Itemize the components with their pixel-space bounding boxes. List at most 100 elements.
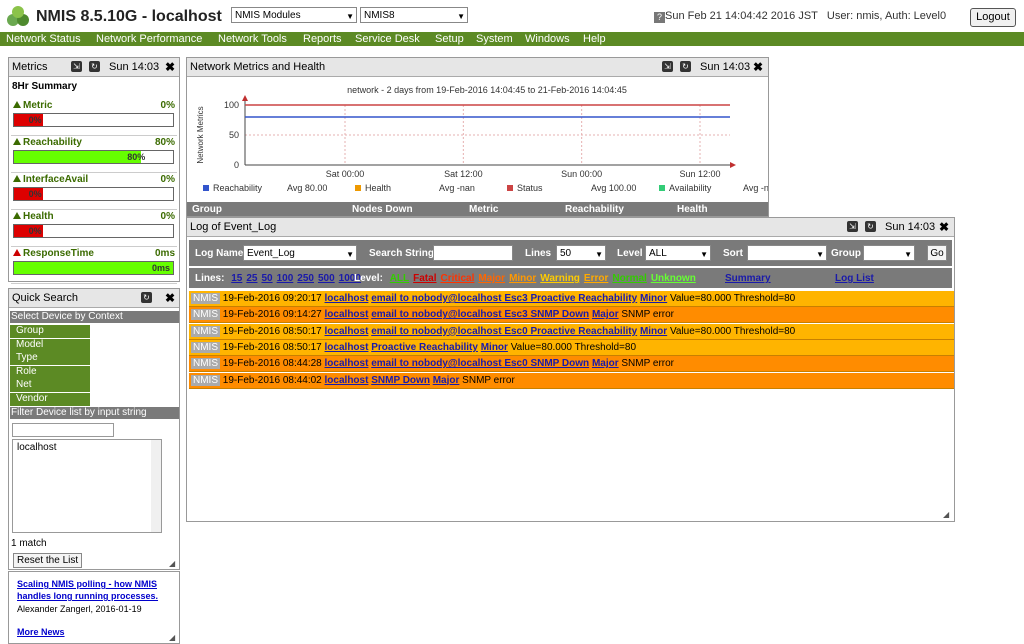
- lines-link-25[interactable]: 25: [246, 273, 257, 284]
- event-row[interactable]: NMIS 19-Feb-2016 08:44:02 localhost SNMP…: [189, 372, 954, 389]
- popout-icon[interactable]: ⇲: [71, 61, 82, 72]
- metric-bar-text: 0ms: [151, 263, 170, 273]
- scrollbar[interactable]: [151, 440, 161, 532]
- sort-select[interactable]: ▼: [747, 245, 827, 261]
- event-name-link[interactable]: email to nobody@localhost Esc3 SNMP Down: [371, 309, 589, 320]
- level-link-unknown[interactable]: Unknown: [651, 273, 696, 284]
- popout-icon[interactable]: ⇲: [662, 61, 673, 72]
- close-icon[interactable]: ✖: [165, 60, 175, 74]
- context-type[interactable]: Type: [10, 352, 90, 365]
- menu-service-desk[interactable]: Service Desk: [355, 33, 420, 45]
- go-button[interactable]: Go: [927, 245, 947, 261]
- news-headline-link[interactable]: Scaling NMIS polling - how NMIS handles …: [17, 578, 167, 602]
- event-name-link[interactable]: Proactive Reachability: [371, 342, 478, 353]
- menu-setup[interactable]: Setup: [435, 33, 464, 45]
- level-link-minor[interactable]: Minor: [509, 273, 536, 284]
- event-level-link[interactable]: Minor: [640, 326, 667, 337]
- lines-link-50[interactable]: 50: [261, 273, 272, 284]
- close-icon[interactable]: ✖: [939, 220, 949, 234]
- log-list-link[interactable]: Log List: [835, 273, 874, 284]
- menu-network-performance[interactable]: Network Performance: [96, 33, 202, 45]
- popout-icon[interactable]: ⇲: [847, 221, 858, 232]
- modules-select[interactable]: NMIS Modules ▼: [231, 7, 357, 23]
- col-reachability[interactable]: Reachability: [565, 204, 624, 215]
- level-link-normal[interactable]: Normal: [612, 273, 646, 284]
- close-icon[interactable]: ✖: [753, 60, 763, 74]
- level-link-error[interactable]: Error: [584, 273, 608, 284]
- metric-row-responsetime[interactable]: ResponseTime 0ms 0ms: [11, 246, 177, 284]
- col-nodes-down[interactable]: Nodes Down: [352, 204, 413, 215]
- metric-row-health[interactable]: Health 0% 0%: [11, 209, 177, 247]
- event-name-link[interactable]: email to nobody@localhost Esc3 Proactive…: [371, 293, 637, 304]
- device-item[interactable]: localhost: [17, 442, 157, 453]
- metric-row-reachability[interactable]: Reachability 80% 80%: [11, 135, 177, 173]
- menu-network-tools[interactable]: Network Tools: [218, 33, 287, 45]
- event-node-link[interactable]: localhost: [325, 293, 369, 304]
- event-level-link[interactable]: Minor: [640, 293, 667, 304]
- context-vendor[interactable]: Vendor: [10, 392, 90, 406]
- event-name-link[interactable]: email to nobody@localhost Esc0 SNMP Down: [371, 358, 589, 369]
- col-health[interactable]: Health: [677, 204, 708, 215]
- event-level-link[interactable]: Major: [592, 358, 619, 369]
- context-model[interactable]: Model: [10, 338, 90, 352]
- event-node-link[interactable]: localhost: [325, 358, 369, 369]
- level-link-all[interactable]: ALL: [390, 273, 409, 284]
- event-row[interactable]: NMIS 19-Feb-2016 09:14:27 localhost emai…: [189, 307, 954, 324]
- reset-list-button[interactable]: Reset the List: [13, 553, 83, 568]
- event-node-link[interactable]: localhost: [325, 375, 369, 386]
- menu-windows[interactable]: Windows: [525, 33, 570, 45]
- event-name-link[interactable]: SNMP Down: [371, 375, 430, 386]
- menu-reports[interactable]: Reports: [303, 33, 342, 45]
- lines-select[interactable]: 50 ▼: [556, 245, 606, 261]
- lines-link-100[interactable]: 100: [277, 273, 294, 284]
- context-group[interactable]: Group: [10, 325, 90, 338]
- device-list[interactable]: localhost: [12, 439, 162, 533]
- menu-network-status[interactable]: Network Status: [6, 33, 81, 45]
- close-icon[interactable]: ✖: [165, 291, 175, 305]
- resize-handle-icon[interactable]: ◢: [169, 559, 177, 568]
- event-node-link[interactable]: localhost: [325, 309, 369, 320]
- more-news-link[interactable]: More News: [17, 627, 65, 637]
- logout-button[interactable]: Logout: [970, 8, 1016, 27]
- level-link-warning[interactable]: Warning: [540, 273, 580, 284]
- level-link-critical[interactable]: Critical: [440, 273, 474, 284]
- event-row[interactable]: NMIS 19-Feb-2016 09:20:17 localhost emai…: [189, 291, 954, 307]
- search-string-input[interactable]: [433, 245, 513, 261]
- log-name-select[interactable]: Event_Log ▼: [243, 245, 357, 261]
- event-row[interactable]: NMIS 19-Feb-2016 08:50:17 localhost Proa…: [189, 339, 954, 356]
- resize-handle-icon[interactable]: ◢: [943, 510, 951, 519]
- group-select[interactable]: ▼: [863, 245, 915, 261]
- col-metric[interactable]: Metric: [469, 204, 498, 215]
- menu-help[interactable]: Help: [583, 33, 606, 45]
- filter-input[interactable]: [12, 423, 114, 437]
- refresh-icon[interactable]: ↻: [680, 61, 691, 72]
- refresh-icon[interactable]: ↻: [865, 221, 876, 232]
- refresh-icon[interactable]: ↻: [141, 292, 152, 303]
- metric-row-metric[interactable]: Metric 0% 0%: [11, 98, 177, 136]
- event-name-link[interactable]: email to nobody@localhost Esc0 Proactive…: [371, 326, 637, 337]
- refresh-icon[interactable]: ↻: [89, 61, 100, 72]
- event-row[interactable]: NMIS 19-Feb-2016 08:50:17 localhost emai…: [189, 323, 954, 340]
- lines-link-500[interactable]: 500: [318, 273, 335, 284]
- event-row[interactable]: NMIS 19-Feb-2016 08:44:28 localhost emai…: [189, 356, 954, 373]
- event-node-link[interactable]: localhost: [325, 342, 369, 353]
- event-level-link[interactable]: Minor: [481, 342, 508, 353]
- context-net[interactable]: Net: [10, 379, 90, 392]
- resize-handle-icon[interactable]: ◢: [169, 633, 177, 642]
- metric-row-interfaceavail[interactable]: InterfaceAvail 0% 0%: [11, 172, 177, 210]
- summary-link[interactable]: Summary: [725, 273, 771, 284]
- metric-progress-fill: [14, 151, 142, 163]
- server-select[interactable]: NMIS8 ▼: [360, 7, 468, 23]
- menu-system[interactable]: System: [476, 33, 513, 45]
- event-level-link[interactable]: Major: [433, 375, 460, 386]
- event-level-link[interactable]: Major: [592, 309, 619, 320]
- level-select[interactable]: ALL ▼: [645, 245, 711, 261]
- level-link-major[interactable]: Major: [478, 273, 505, 284]
- lines-link-250[interactable]: 250: [297, 273, 314, 284]
- help-icon[interactable]: ?: [654, 12, 665, 23]
- col-group[interactable]: Group: [192, 204, 222, 215]
- level-link-fatal[interactable]: Fatal: [413, 273, 436, 284]
- context-role[interactable]: Role: [10, 365, 90, 379]
- event-node-link[interactable]: localhost: [325, 326, 369, 337]
- lines-link-15[interactable]: 15: [231, 273, 242, 284]
